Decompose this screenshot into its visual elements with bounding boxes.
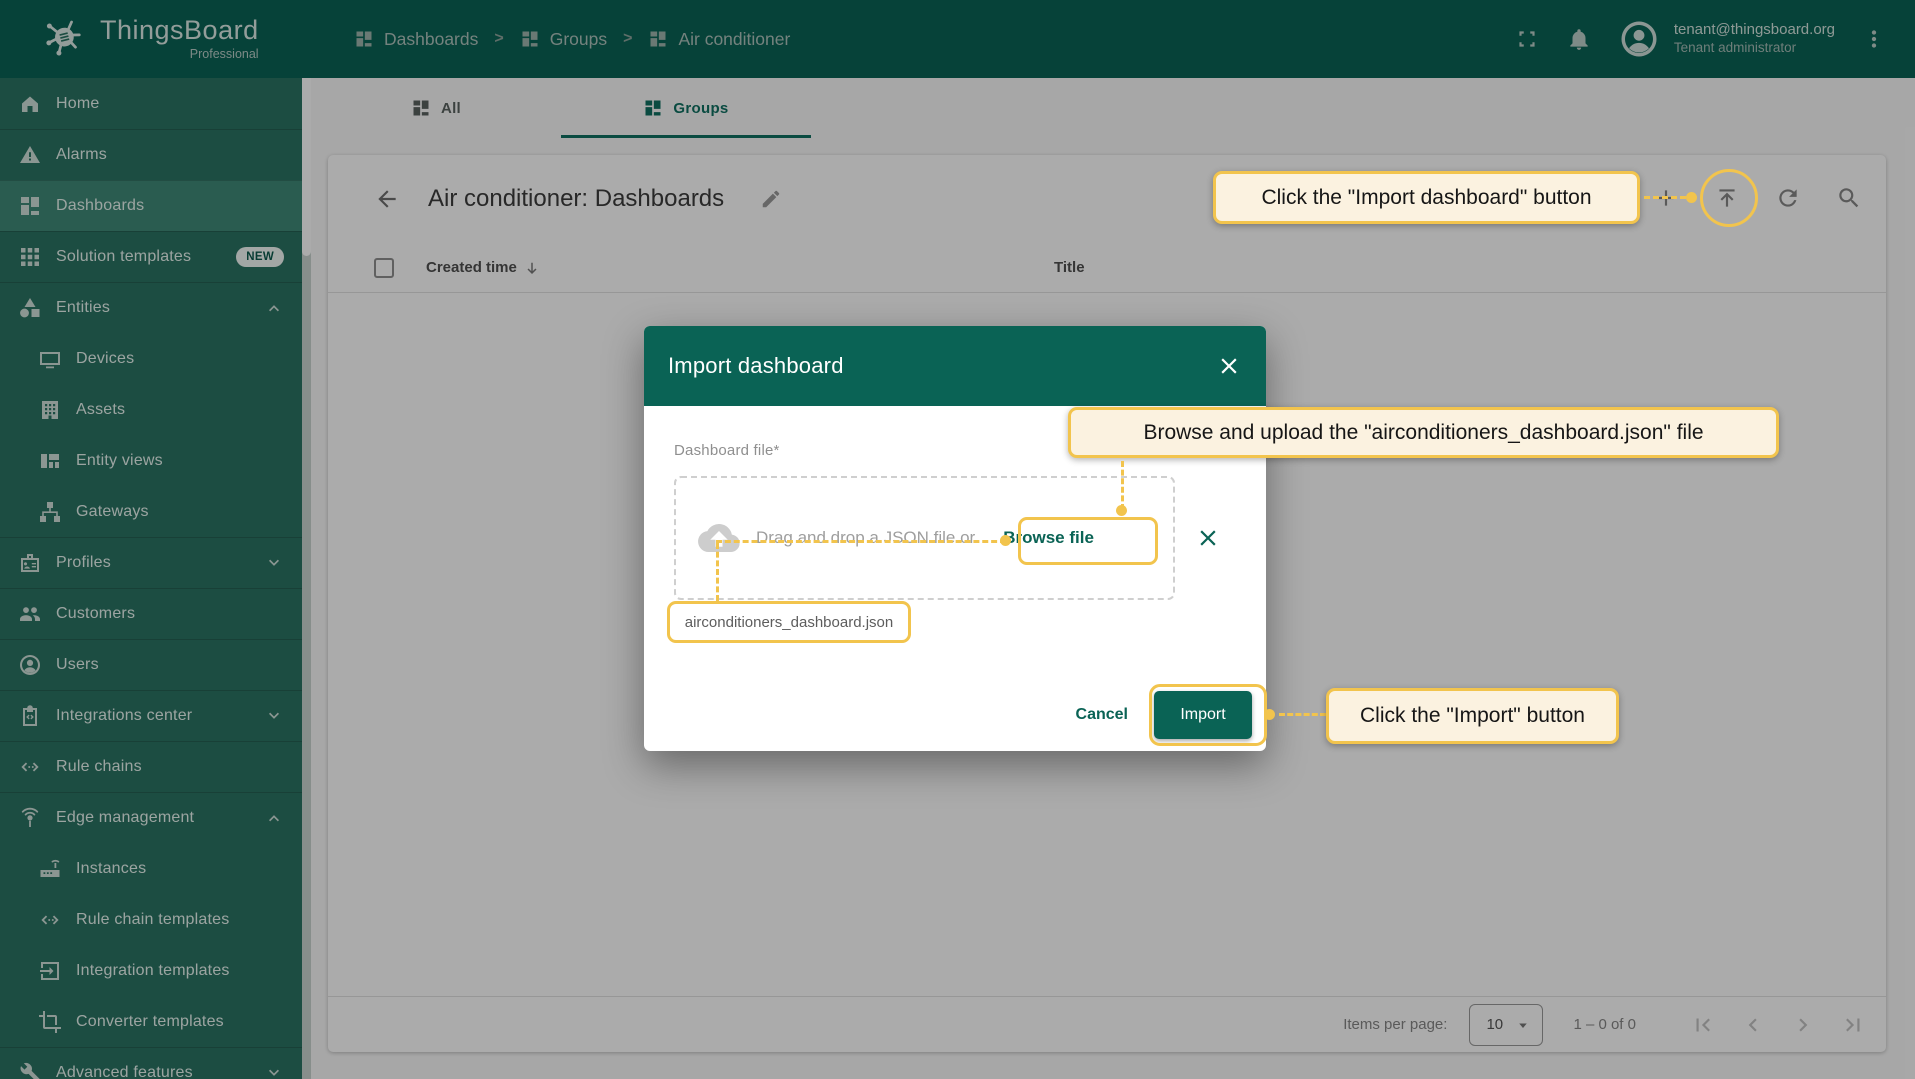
callout-import-dashboard: Click the "Import dashboard" button xyxy=(1213,171,1640,224)
callout-browse-file: Browse and upload the "airconditioners_d… xyxy=(1068,407,1779,458)
browse-file-highlight xyxy=(1018,517,1158,565)
file-name-chip: airconditioners_dashboard.json xyxy=(667,601,911,643)
callout-import: Click the "Import" button xyxy=(1326,688,1619,744)
connector-line xyxy=(716,543,719,601)
cloud-upload-icon xyxy=(698,517,740,559)
upload-highlight-ring xyxy=(1700,169,1758,227)
import-button-highlight xyxy=(1149,684,1267,746)
dialog-title: Import dashboard xyxy=(668,353,844,378)
dialog-header: Import dashboard xyxy=(644,326,1266,406)
connector-line xyxy=(1644,196,1686,199)
annotation-dot xyxy=(1264,709,1275,720)
annotation-dot xyxy=(1686,192,1697,203)
cancel-button[interactable]: Cancel xyxy=(1076,706,1128,724)
connector-line xyxy=(1121,461,1124,510)
clear-file-icon[interactable] xyxy=(1195,525,1221,551)
connector-line xyxy=(1279,713,1326,716)
dropzone-text: Drag and drop a JSON file or xyxy=(756,528,976,547)
annotation-dot xyxy=(1116,505,1127,516)
connector-line xyxy=(716,540,1006,543)
app-window: ThingsBoard Professional Dashboards > Grou… xyxy=(0,0,1915,1079)
close-icon[interactable] xyxy=(1216,353,1242,379)
annotation-dot xyxy=(1000,535,1011,546)
